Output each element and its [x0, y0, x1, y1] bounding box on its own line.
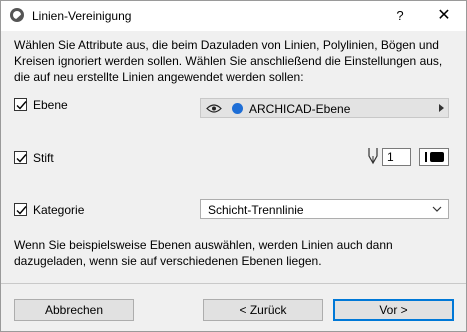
checkmark-icon — [16, 101, 27, 110]
cancel-button[interactable]: Abbrechen — [14, 299, 134, 321]
kategorie-label: Kategorie — [33, 203, 85, 217]
kategorie-value: Schicht-Trennlinie — [208, 203, 304, 217]
back-button[interactable]: < Zurück — [203, 299, 323, 321]
ebene-checkbox[interactable] — [14, 98, 27, 111]
pen-color-swatch[interactable] — [419, 148, 449, 166]
eye-icon[interactable] — [206, 103, 222, 114]
pen-number-input[interactable]: 1 — [382, 148, 411, 166]
layer-icon — [232, 103, 243, 114]
layer-value: ARCHICAD-Ebene — [249, 102, 351, 116]
close-button[interactable]: ✕ — [422, 1, 466, 31]
pen-color-block — [430, 152, 444, 162]
pen-weight-bar — [425, 152, 427, 162]
title-bar: Linien-Vereinigung ? ✕ — [1, 1, 466, 31]
stift-checkbox[interactable] — [14, 151, 27, 164]
layer-selector[interactable]: ARCHICAD-Ebene — [200, 98, 449, 118]
chevron-right-icon — [439, 104, 444, 112]
kategorie-checkbox[interactable] — [14, 203, 27, 216]
window-title: Linien-Vereinigung — [32, 9, 132, 23]
checkmark-icon — [16, 206, 27, 215]
note-text: Wenn Sie beispielsweise Ebenen auswählen… — [14, 238, 393, 268]
ebene-label: Ebene — [33, 98, 68, 112]
chevron-down-icon — [432, 206, 442, 212]
description-text: Wählen Sie Attribute aus, die beim Dazul… — [14, 38, 443, 84]
footer-separator — [1, 283, 466, 284]
checkmark-icon — [16, 154, 27, 163]
help-button[interactable]: ? — [378, 1, 422, 31]
stift-label: Stift — [33, 151, 54, 165]
kategorie-select[interactable]: Schicht-Trennlinie — [200, 199, 449, 219]
dialog-window: Linien-Vereinigung ? ✕ Wählen Sie Attrib… — [0, 0, 467, 332]
pen-icon — [368, 148, 378, 165]
app-icon — [10, 8, 24, 22]
next-button[interactable]: Vor > — [333, 299, 454, 321]
